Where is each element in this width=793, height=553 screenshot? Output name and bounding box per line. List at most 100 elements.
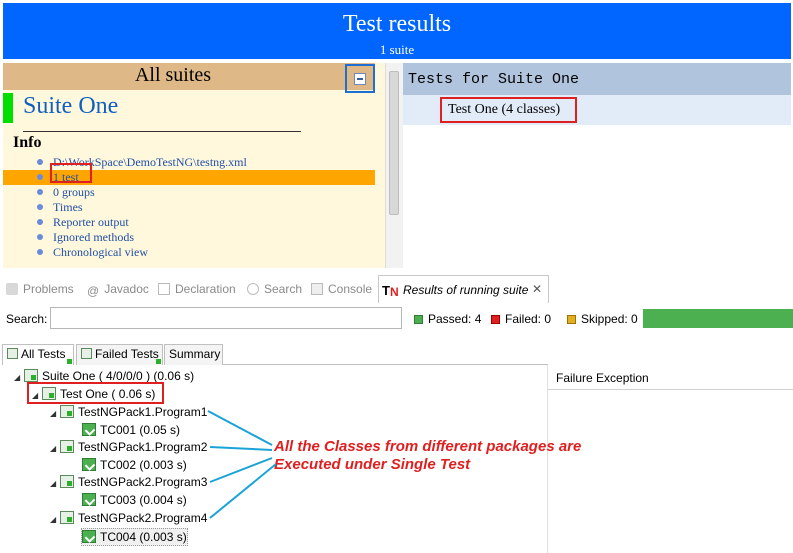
tree-label: TestNGPack1.Program1 bbox=[78, 405, 208, 419]
failed-label: Failed: 0 bbox=[505, 312, 552, 326]
expand-arrow-icon[interactable]: ◢ bbox=[14, 369, 24, 387]
tab-label: Problems bbox=[23, 282, 74, 296]
skipped-icon bbox=[567, 315, 576, 324]
declaration-icon bbox=[158, 283, 170, 295]
tab-label: Results of running suite bbox=[403, 283, 529, 297]
expand-arrow-icon[interactable]: ◢ bbox=[50, 511, 60, 529]
skipped-count: Skipped: 0 bbox=[567, 312, 638, 326]
tab-console[interactable]: Console bbox=[311, 282, 372, 296]
passed-label: Passed: 4 bbox=[428, 312, 482, 326]
view-tabbar: Problems @ Javadoc Declaration Search Con… bbox=[0, 275, 793, 303]
annotation-callout: All the Classes from different packages … bbox=[274, 438, 604, 474]
report-banner: Test results 1 suite bbox=[3, 3, 791, 59]
test-row[interactable]: Test One (4 classes) bbox=[403, 95, 791, 125]
all-tests-icon bbox=[7, 348, 18, 359]
tree-node-method[interactable]: TC003 (0.004 s) bbox=[82, 491, 187, 509]
subtab-all-tests[interactable]: All Tests bbox=[2, 344, 74, 365]
expand-arrow-icon[interactable]: ◢ bbox=[50, 405, 60, 423]
search-input[interactable] bbox=[50, 307, 402, 329]
suite-divider bbox=[23, 131, 301, 132]
passed-method-icon bbox=[82, 458, 96, 471]
tree-node-method[interactable]: TC002 (0.003 s) bbox=[82, 456, 187, 474]
report-subtitle: 1 suite bbox=[379, 42, 415, 57]
info-heading: Info bbox=[13, 134, 42, 151]
tree-node-method[interactable]: TC004 (0.003 s) bbox=[82, 528, 187, 546]
tree-label: TC004 (0.003 s) bbox=[100, 530, 187, 544]
tab-label: Declaration bbox=[175, 282, 236, 296]
highlight-box-test-one bbox=[27, 382, 164, 404]
class-icon bbox=[60, 475, 74, 488]
svg-text:T: T bbox=[382, 283, 390, 298]
tab-results-of-running-suite[interactable]: T N Results of running suite ✕ bbox=[378, 275, 549, 303]
tree-node-method[interactable]: TC001 (0.05 s) bbox=[82, 421, 180, 439]
passed-icon bbox=[414, 315, 423, 324]
subtab-label: Failed Tests bbox=[95, 347, 159, 361]
problems-icon bbox=[6, 283, 18, 295]
tests-header: Tests for Suite One bbox=[403, 63, 791, 95]
tree-node-class[interactable]: ◢ TestNGPack2.Program4 bbox=[50, 509, 207, 527]
tree-label: TC002 (0.003 s) bbox=[100, 458, 187, 472]
tree-node-class[interactable]: ◢ TestNGPack2.Program3 bbox=[50, 473, 207, 491]
collapse-icon bbox=[354, 73, 366, 85]
class-icon bbox=[60, 405, 74, 418]
report-scrollbar[interactable] bbox=[385, 63, 403, 268]
info-link-groups[interactable]: 0 groups bbox=[3, 185, 375, 200]
failed-icon bbox=[491, 315, 500, 324]
all-suites-label: All suites bbox=[134, 64, 212, 86]
failure-exception-label: Failure Exception bbox=[556, 371, 649, 385]
tab-label: Search bbox=[264, 282, 303, 296]
subtab-failed-tests[interactable]: Failed Tests bbox=[76, 344, 163, 365]
testng-logo-icon: T N bbox=[382, 282, 400, 298]
subtab-label: All Tests bbox=[21, 347, 66, 361]
expand-arrow-icon[interactable]: ◢ bbox=[50, 475, 60, 493]
tree-label: TC001 (0.05 s) bbox=[100, 423, 181, 437]
failed-count: Failed: 0 bbox=[491, 312, 551, 326]
tree-label: TestNGPack2.Program3 bbox=[78, 475, 208, 489]
info-link-ignored-methods[interactable]: Ignored methods bbox=[3, 230, 375, 245]
skipped-label: Skipped: 0 bbox=[581, 312, 638, 326]
report-title: Test results bbox=[342, 11, 452, 37]
suite-icon bbox=[24, 369, 38, 382]
tab-search[interactable]: Search bbox=[247, 282, 302, 296]
tests-heading: Tests for Suite One bbox=[408, 71, 580, 88]
passed-method-icon bbox=[82, 423, 96, 436]
svg-text:N: N bbox=[390, 285, 399, 298]
close-icon[interactable]: ✕ bbox=[532, 282, 542, 296]
passed-method-icon bbox=[82, 530, 96, 543]
collapse-button[interactable] bbox=[345, 64, 375, 93]
class-icon bbox=[60, 440, 74, 453]
failed-tests-icon bbox=[81, 348, 92, 359]
tree-label: Suite One ( 4/0/0/0 ) (0.06 s) bbox=[42, 369, 195, 383]
tab-problems[interactable]: Problems bbox=[6, 282, 74, 296]
suite-status-marker bbox=[3, 93, 13, 123]
passed-method-icon bbox=[82, 493, 96, 506]
tests-panel: Tests for Suite One Test One (4 classes) bbox=[403, 63, 791, 268]
suite-title[interactable]: Suite One bbox=[23, 93, 118, 120]
subtab-summary[interactable]: Summary bbox=[164, 344, 223, 365]
info-link-reporter-output[interactable]: Reporter output bbox=[3, 215, 375, 230]
passed-count: Passed: 4 bbox=[414, 312, 481, 326]
tree-label: TestNGPack2.Program4 bbox=[78, 511, 208, 525]
tree-node-class[interactable]: ◢ TestNGPack1.Program2 bbox=[50, 438, 207, 456]
failure-divider bbox=[548, 389, 793, 390]
tree-node-class[interactable]: ◢ TestNGPack1.Program1 bbox=[50, 403, 207, 421]
tab-label: Console bbox=[328, 282, 373, 296]
search-icon bbox=[247, 283, 259, 295]
class-icon bbox=[60, 511, 74, 524]
tree-label: TC003 (0.004 s) bbox=[100, 493, 187, 507]
annotation-line-2: Executed under Single Test bbox=[274, 456, 471, 473]
annotation-line-1: All the Classes from different packages … bbox=[274, 438, 582, 455]
info-link-chronological-view[interactable]: Chronological view bbox=[3, 245, 375, 260]
highlight-box-test bbox=[50, 163, 92, 183]
search-label: Search: bbox=[6, 312, 48, 326]
tab-javadoc[interactable]: @ Javadoc bbox=[87, 282, 149, 298]
all-suites-header: All suites bbox=[3, 63, 375, 93]
expand-arrow-icon[interactable]: ◢ bbox=[50, 440, 60, 458]
info-link-times[interactable]: Times bbox=[3, 200, 375, 215]
test-one-link[interactable]: Test One (4 classes) bbox=[440, 97, 577, 123]
suites-panel: All suites Suite One Info D:\WorkSpace\D… bbox=[3, 63, 385, 268]
at-icon: @ bbox=[87, 284, 100, 298]
console-icon bbox=[311, 283, 323, 295]
scrollbar-thumb[interactable] bbox=[389, 71, 399, 215]
tab-declaration[interactable]: Declaration bbox=[158, 282, 236, 296]
